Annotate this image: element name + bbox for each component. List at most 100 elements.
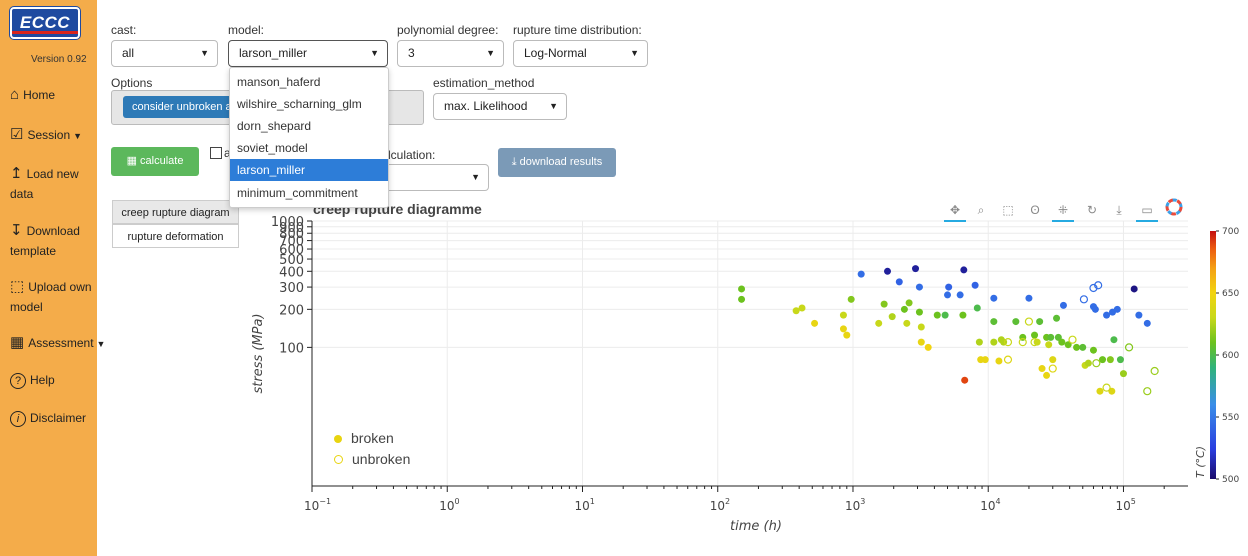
estimation-value: max. Likelihood	[444, 99, 528, 113]
data-point-broken	[811, 319, 819, 327]
sidebar-item-load-data[interactable]: ↥ Load new	[10, 163, 79, 185]
option-checkbox[interactable]	[210, 147, 222, 159]
polynomial-value: 3	[408, 46, 415, 60]
rupture-dist-select[interactable]: Log-Normal ▼	[513, 40, 648, 67]
comment-icon[interactable]: ▭	[1136, 200, 1158, 222]
sidebar-item-download-template-cont[interactable]: template	[10, 241, 56, 262]
dropdown-option[interactable]: soviet_model	[230, 137, 388, 159]
data-point-broken	[1049, 356, 1057, 364]
legend-item-unbroken[interactable]: unbroken	[334, 451, 410, 467]
data-point-broken	[847, 295, 855, 303]
lasso-icon[interactable]: ʘ	[1024, 200, 1046, 220]
colorbar-label: T (°C)	[1194, 446, 1207, 478]
data-point-broken	[888, 313, 896, 321]
sidebar-item-session[interactable]: ☑ Session ▼	[10, 124, 82, 147]
tab-creep-rupture-diagram[interactable]: creep rupture diagram	[112, 200, 239, 224]
model-dropdown-menu[interactable]: manson_haferd wilshire_scharning_glm dor…	[229, 67, 389, 208]
calculate-label: calculate	[140, 155, 184, 167]
x-tick-label: 100	[439, 497, 459, 513]
estimation-select[interactable]: max. Likelihood ▼	[433, 93, 567, 120]
bokeh-logo-icon[interactable]	[1163, 198, 1185, 218]
sidebar-item-help[interactable]: ? Help	[10, 370, 55, 391]
pan-tool-icon[interactable]: ✥	[944, 200, 966, 222]
data-point-unbroken	[1068, 335, 1077, 344]
data-point-unbroken	[1024, 317, 1034, 326]
data-point-broken	[798, 304, 806, 312]
rupture-dist-value: Log-Normal	[524, 46, 587, 60]
nav-label: Load new	[26, 167, 79, 181]
x-tick-label: 104	[980, 497, 1000, 513]
option-consider-unbroken[interactable]: consider unbroken a	[123, 96, 233, 118]
creep-rupture-chart[interactable]: 10−1 100 101 102 103 104 105100200300400500600…	[244, 197, 1248, 542]
data-point-broken	[839, 325, 847, 333]
eccc-logo[interactable]: ECCC	[10, 7, 80, 39]
model-value: larson_miller	[239, 46, 308, 60]
zoom-tool-icon[interactable]: ⌕	[970, 200, 992, 220]
data-point-broken	[961, 376, 969, 384]
dropdown-option[interactable]: dorn_shepard	[230, 115, 388, 137]
nav-label: Download	[26, 224, 80, 238]
chevron-down-icon: ▼	[96, 339, 106, 349]
box-select-icon[interactable]: ⬚	[997, 200, 1019, 220]
calculation-label: lculation:	[388, 148, 436, 162]
y-tick-label: 200	[279, 303, 304, 318]
data-point-unbroken	[1048, 364, 1057, 373]
model-label: model:	[228, 23, 265, 37]
chart-legend: broken unbroken	[322, 423, 418, 475]
polynomial-select[interactable]: 3 ▼	[397, 40, 504, 67]
dropdown-option[interactable]: wilshire_scharning_glm	[230, 93, 388, 115]
nav-label: model	[10, 300, 43, 314]
legend-item-broken[interactable]: broken	[334, 430, 394, 446]
data-point-broken	[915, 308, 923, 316]
data-point-broken	[905, 299, 913, 307]
y-tick-label: 1000	[271, 215, 304, 230]
download-results-button[interactable]: ⤓ download results	[498, 148, 616, 177]
hover-tool-icon[interactable]: ⁜	[1052, 200, 1074, 222]
sidebar-item-load-data-cont[interactable]: data	[10, 184, 33, 205]
data-point-broken	[1059, 301, 1067, 309]
colorbar-tick-label: 550	[1222, 413, 1239, 423]
data-point-broken	[981, 356, 989, 364]
data-point-unbroken	[1092, 359, 1101, 368]
reset-icon[interactable]: ↻	[1081, 200, 1103, 220]
save-icon[interactable]: ⤓	[1108, 200, 1130, 220]
sidebar-item-upload-model-cont[interactable]: model	[10, 297, 43, 318]
data-point-broken	[1089, 346, 1097, 354]
sidebar-item-assessment[interactable]: ▦ Assessment ▼	[10, 332, 105, 355]
tab-rupture-deformation[interactable]: rupture deformation	[112, 224, 239, 248]
data-point-broken	[945, 283, 953, 291]
home-icon: ⌂	[10, 86, 20, 103]
calculation-select[interactable]: ▼	[380, 164, 489, 191]
y-tick-label: 100	[279, 341, 304, 356]
sidebar-item-download-template[interactable]: ↧ Download	[10, 220, 80, 242]
model-select[interactable]: larson_miller ▼	[228, 40, 388, 67]
sidebar-item-upload-model[interactable]: ⬚ Upload own	[10, 276, 92, 298]
dropdown-option-selected[interactable]: larson_miller	[230, 159, 388, 181]
cast-select[interactable]: all ▼	[111, 40, 218, 67]
data-point-broken	[924, 343, 932, 351]
data-point-broken	[1119, 370, 1127, 378]
sidebar-item-disclaimer[interactable]: i Disclaimer	[10, 408, 86, 429]
x-tick-label: 105	[1115, 497, 1135, 513]
colorbar-tick-label: 700	[1222, 227, 1239, 237]
data-point-broken	[1143, 319, 1151, 327]
plot-area[interactable]: 10−1 100 101 102 103 104 105 100 200 300 400 500 600…	[244, 197, 1248, 542]
data-point-broken	[975, 338, 983, 346]
nav-label: Disclaimer	[30, 411, 87, 425]
upload-model-icon: ⬚	[10, 278, 25, 295]
data-point-broken	[880, 300, 888, 308]
data-point-broken	[971, 281, 979, 289]
data-point-broken	[941, 311, 949, 319]
chevron-down-icon: ▼	[471, 172, 480, 182]
data-point-broken	[875, 319, 883, 327]
data-point-broken	[900, 305, 908, 313]
calculate-button[interactable]: ▦ calculate	[111, 147, 199, 176]
chevron-down-icon: ▼	[73, 131, 83, 141]
dropdown-option[interactable]: minimum_commitment	[230, 182, 388, 204]
data-point-broken	[1025, 294, 1033, 302]
sidebar-item-home[interactable]: ⌂ Home	[10, 84, 55, 106]
data-point-broken	[1031, 331, 1039, 339]
nav-label: data	[10, 187, 34, 201]
dropdown-option[interactable]: manson_haferd	[230, 71, 388, 93]
data-point-broken	[1084, 359, 1092, 367]
